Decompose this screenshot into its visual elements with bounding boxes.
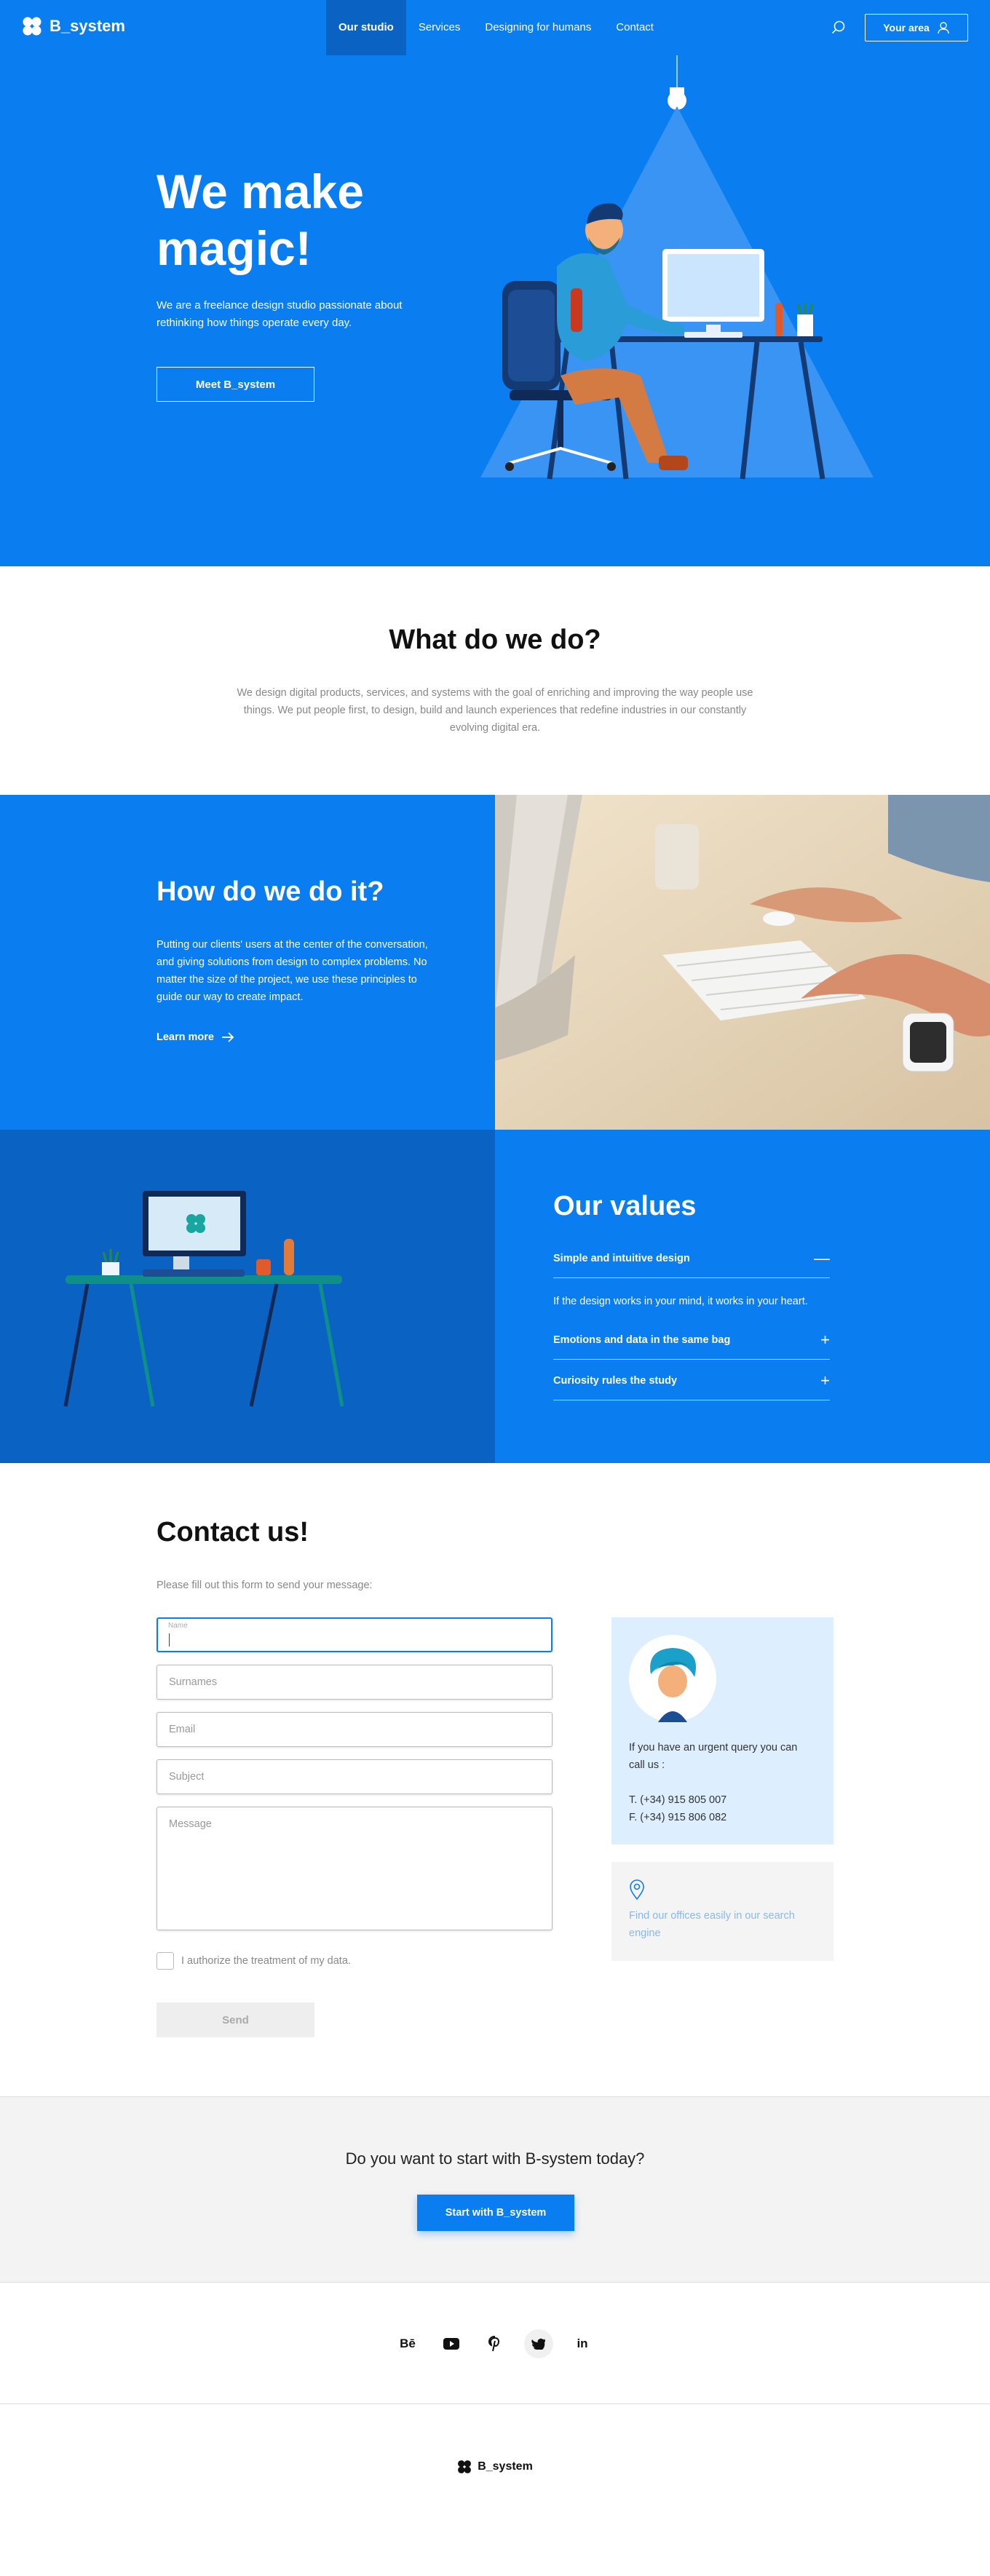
site-header: B_system Our studio Services Designing f… bbox=[0, 0, 990, 55]
plus-icon[interactable]: + bbox=[820, 1332, 830, 1348]
accordion-label: Emotions and data in the same bag bbox=[553, 1334, 731, 1346]
nav-services[interactable]: Services bbox=[406, 0, 473, 55]
what-text: We design digital products, services, an… bbox=[237, 687, 753, 734]
consent-checkbox-row[interactable]: I authorize the treatment of my data. bbox=[157, 1952, 351, 1970]
how-title: How do we do it? bbox=[157, 876, 384, 907]
workspace-photo bbox=[495, 795, 990, 1130]
minus-icon[interactable]: — bbox=[814, 1251, 830, 1267]
clover-logo-icon bbox=[458, 2460, 472, 2473]
your-area-label: Your area bbox=[883, 22, 930, 33]
location-pin-icon bbox=[630, 1879, 644, 1900]
contact-subtitle: Please fill out this form to send your m… bbox=[157, 1580, 373, 1591]
your-area-button[interactable]: Your area bbox=[865, 14, 968, 41]
consent-checkbox[interactable] bbox=[157, 1952, 174, 1970]
fax-number: F. (+34) 915 806 082 bbox=[629, 1812, 727, 1823]
what-title: What do we do? bbox=[389, 625, 601, 655]
subject-field[interactable]: Subject bbox=[157, 1759, 553, 1794]
surnames-field[interactable]: Surnames bbox=[157, 1665, 553, 1700]
brand-name: B_system bbox=[50, 17, 125, 35]
nav-contact[interactable]: Contact bbox=[603, 0, 666, 55]
footer-brand: B_system bbox=[478, 2460, 533, 2473]
start-button[interactable]: Start with B_system bbox=[417, 2195, 574, 2231]
cta-section: Do you want to start with B-system today… bbox=[0, 2096, 990, 2283]
avatar bbox=[629, 1635, 716, 1722]
urgent-contact-card: If you have an urgent query you can call… bbox=[611, 1617, 833, 1844]
clover-logo-icon bbox=[23, 17, 41, 36]
user-icon bbox=[938, 22, 949, 34]
youtube-icon[interactable] bbox=[437, 2329, 466, 2358]
accordion-body: If the design works in your mind, it wor… bbox=[553, 1296, 808, 1307]
accordion-label: Simple and intuitive design bbox=[553, 1253, 690, 1264]
learn-more-link[interactable]: Learn more bbox=[157, 1031, 234, 1043]
pinterest-icon[interactable] bbox=[480, 2329, 510, 2358]
urgent-text: If you have an urgent query you can call… bbox=[629, 1742, 798, 1771]
email-field[interactable]: Email bbox=[157, 1712, 553, 1747]
site-footer: B_system bbox=[0, 2403, 990, 2576]
hero-section: We make magic! We are a freelance design… bbox=[0, 55, 990, 566]
twitter-icon[interactable] bbox=[524, 2329, 553, 2358]
accordion-curiosity[interactable]: Curiosity rules the study + bbox=[553, 1373, 830, 1400]
main-nav: Our studio Services Designing for humans… bbox=[326, 0, 666, 55]
designer-illustration bbox=[480, 55, 874, 480]
values-section: Our values Simple and intuitive design —… bbox=[495, 1130, 990, 1463]
text-caret bbox=[169, 1633, 170, 1646]
nav-designing-for-humans[interactable]: Designing for humans bbox=[472, 0, 603, 55]
accordion-simple-design[interactable]: Simple and intuitive design — bbox=[553, 1251, 830, 1278]
how-text: Putting our clients' users at the center… bbox=[157, 939, 428, 1003]
offices-card[interactable]: Find our offices easily in our search en… bbox=[611, 1862, 833, 1961]
send-button[interactable]: Send bbox=[157, 2002, 314, 2037]
name-field-label: Name bbox=[168, 1622, 188, 1630]
desk-illustration bbox=[0, 1130, 495, 1463]
linkedin-icon[interactable]: in bbox=[568, 2329, 597, 2358]
how-section: How do we do it? Putting our clients' us… bbox=[0, 795, 495, 1130]
arrow-right-icon bbox=[221, 1032, 234, 1042]
message-field[interactable]: Message bbox=[157, 1807, 553, 1930]
brand-logo[interactable]: B_system bbox=[22, 16, 125, 36]
contact-title: Contact us! bbox=[157, 1517, 309, 1547]
accordion-emotions-data[interactable]: Emotions and data in the same bag + bbox=[553, 1332, 830, 1360]
phone-number: T. (+34) 915 805 007 bbox=[629, 1794, 727, 1806]
name-field[interactable]: Name bbox=[157, 1617, 553, 1652]
offices-link[interactable]: Find our offices easily in our search en… bbox=[629, 1907, 811, 1942]
learn-more-label: Learn more bbox=[157, 1031, 214, 1043]
hero-text: We are a freelance design studio passion… bbox=[157, 299, 403, 329]
values-title: Our values bbox=[553, 1191, 697, 1221]
social-links: Bē in bbox=[0, 2329, 990, 2358]
cta-text: Do you want to start with B-system today… bbox=[345, 2149, 645, 2168]
consent-label: I authorize the treatment of my data. bbox=[181, 1955, 351, 1967]
plus-icon[interactable]: + bbox=[820, 1373, 830, 1389]
search-icon[interactable] bbox=[830, 19, 847, 36]
meet-bsystem-button[interactable]: Meet B_system bbox=[157, 367, 314, 402]
behance-icon[interactable]: Bē bbox=[393, 2329, 422, 2358]
footer-logo[interactable]: B_system bbox=[0, 2460, 990, 2474]
accordion-label: Curiosity rules the study bbox=[553, 1375, 678, 1387]
nav-our-studio[interactable]: Our studio bbox=[326, 0, 406, 55]
hero-title: We make magic! bbox=[157, 165, 364, 275]
